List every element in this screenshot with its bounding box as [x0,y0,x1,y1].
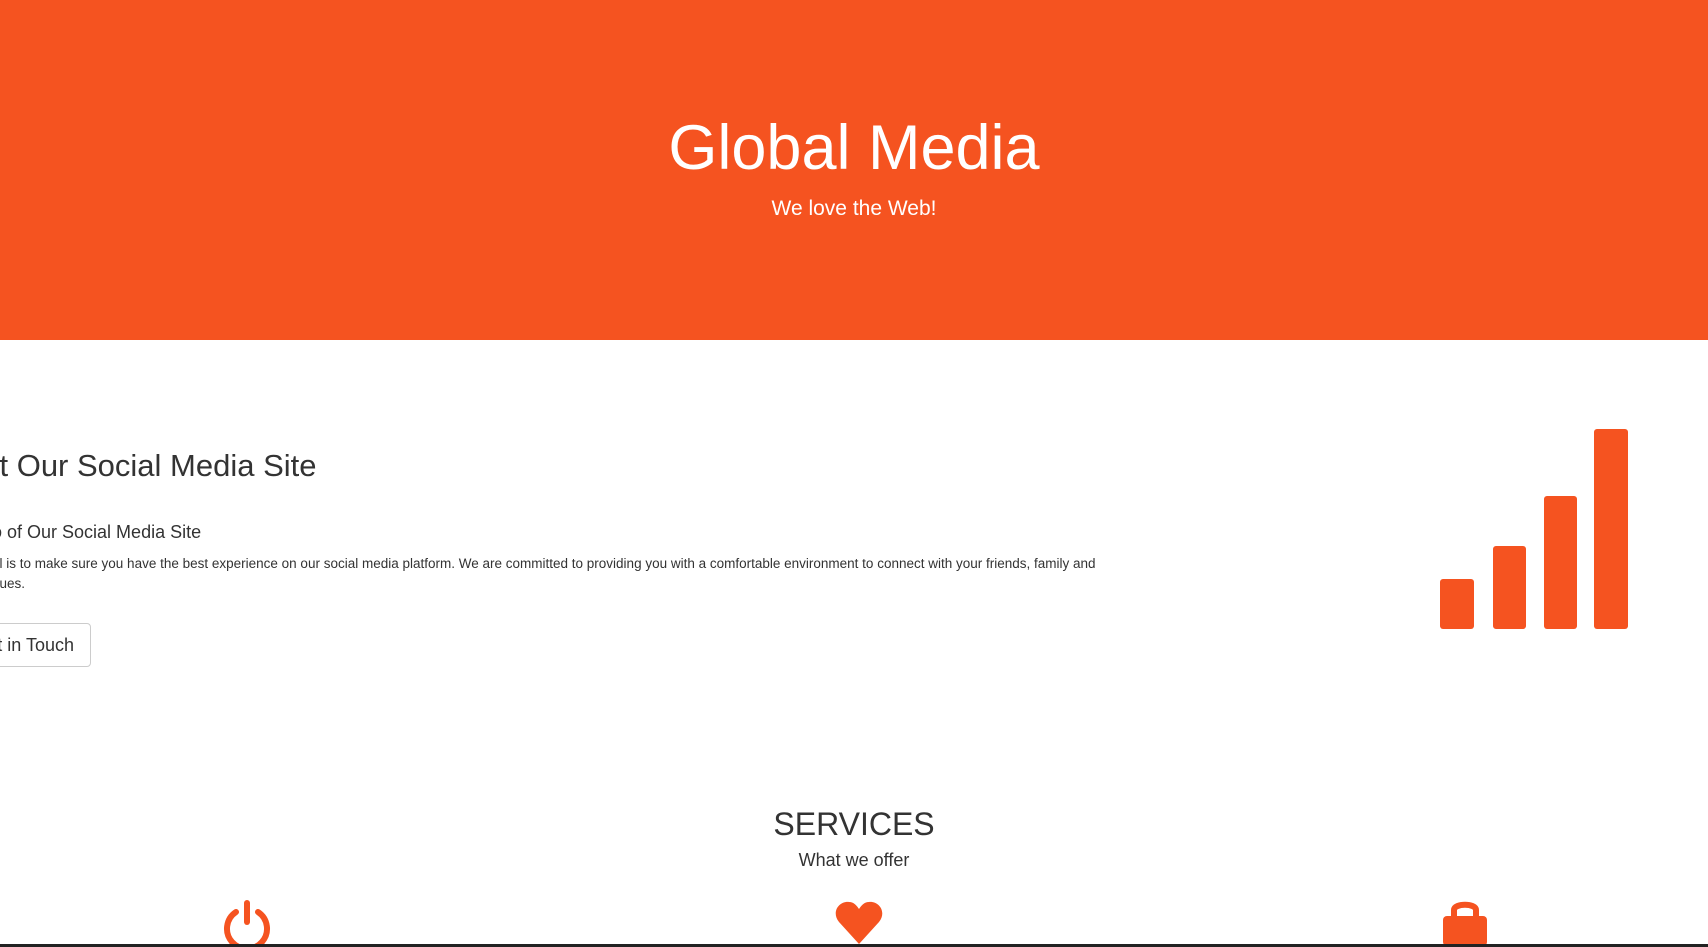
signal-bars-icon [1440,429,1628,629]
about-subheading: o of Our Social Media Site [0,522,202,542]
site-title: Global Media [668,113,1040,183]
services-subtitle: What we offer [798,850,910,870]
about-paragraph-line: al is to make sure you have the best exp… [0,556,1096,571]
hero-banner: Global Media We love the Web! [0,0,1708,340]
get-in-touch-button[interactable]: t in Touch [0,623,91,667]
about-heading: out Our Social Media Site [0,448,317,483]
site-tagline: We love the Web! [771,197,937,220]
about-paragraph-line: ques. [0,576,26,591]
about-paragraph: al is to make sure you have the best exp… [0,554,1152,594]
power-icon [224,900,270,946]
heart-icon [835,901,883,944]
services-title: SERVICES [773,806,935,842]
lock-icon [1443,901,1487,946]
